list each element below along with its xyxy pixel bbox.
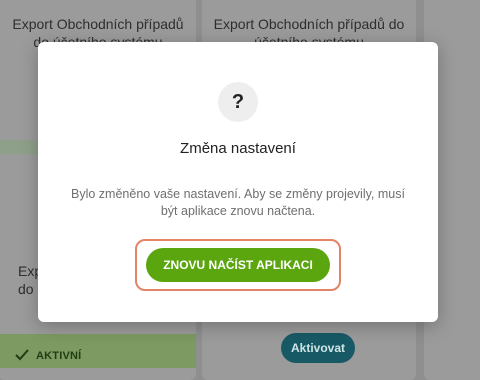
- settings-changed-dialog: ? Změna nastavení Bylo změněno vaše nast…: [38, 42, 438, 322]
- dialog-title: Změna nastavení: [180, 140, 296, 157]
- check-icon: [15, 349, 29, 361]
- question-icon: ?: [218, 82, 258, 122]
- activate-button[interactable]: Aktivovat: [281, 333, 355, 363]
- status-label: AKTIVNÍ: [36, 350, 82, 362]
- reload-app-button[interactable]: ZNOVU NAČÍST APLIKACI: [146, 248, 330, 282]
- dialog-message: Bylo změněno vaše nastavení. Aby se změn…: [71, 187, 405, 218]
